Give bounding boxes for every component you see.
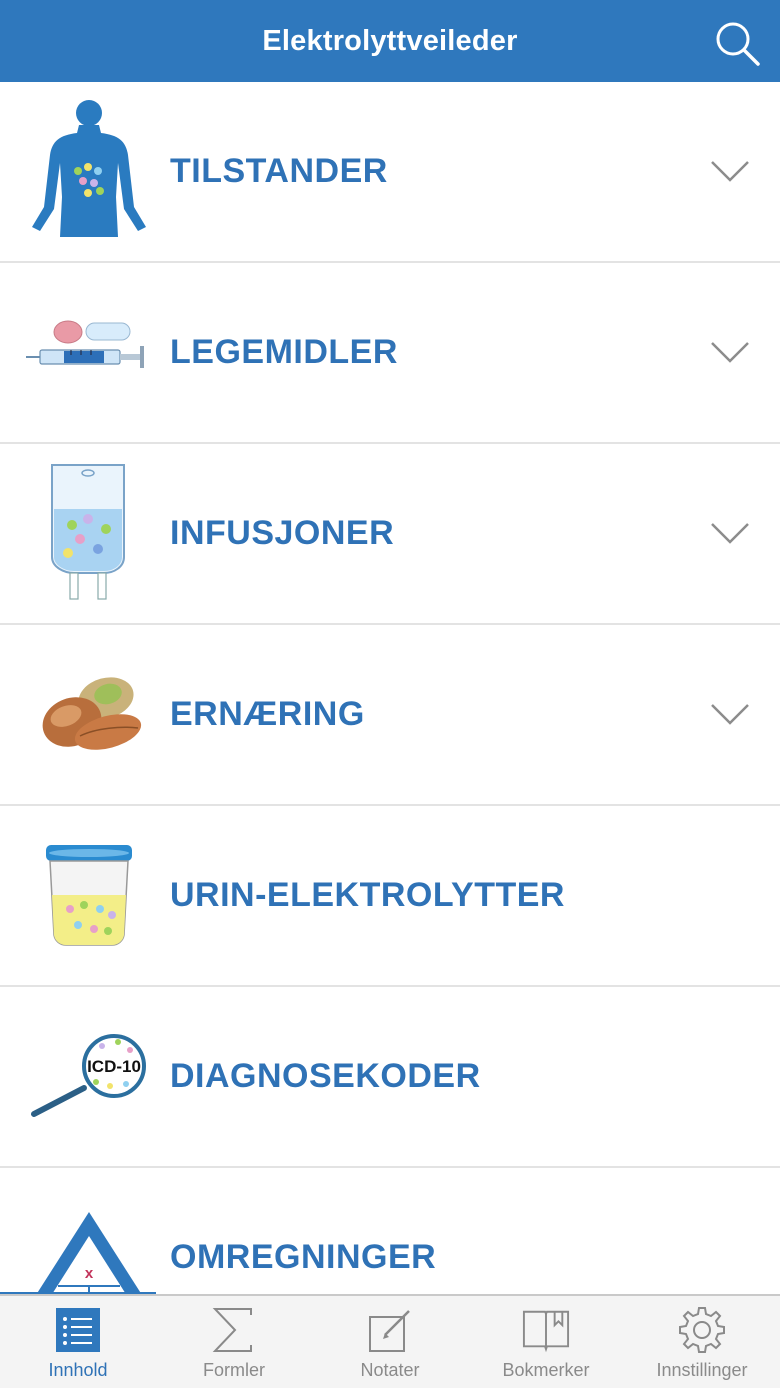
chevron-down-icon (711, 341, 749, 363)
tab-label: Innhold (48, 1360, 108, 1380)
list-item-urin-elektrolytter[interactable]: URIN-ELEKTROLYTTER (0, 806, 780, 987)
magnifier-icd-icon: ICD-10 (26, 987, 152, 1166)
list-item-diagnosekoder[interactable]: ICD-10 DIAGNOSEKODER (0, 987, 780, 1168)
gear-icon (678, 1306, 726, 1354)
list-item-legemidler[interactable]: LEGEMIDLER (0, 263, 780, 444)
tab-formler[interactable]: Formler (156, 1296, 312, 1388)
search-icon (716, 22, 760, 66)
nuts-icon (26, 625, 152, 804)
content-list: TILSTANDER LEGEMIDLER INFUSJONER ERNÆRIN… (0, 82, 780, 1294)
list-item-infusjoner[interactable]: INFUSJONER (0, 444, 780, 625)
tab-innstillinger[interactable]: Innstillinger (624, 1296, 780, 1388)
page-title: Elektrolyttveileder (262, 24, 518, 57)
human-body-icon (26, 82, 152, 261)
app-header: Elektrolyttveileder (0, 0, 780, 82)
book-bookmark-icon (522, 1306, 570, 1354)
infusion-bag-icon (26, 444, 152, 623)
formula-triangle-icon: x a b (16, 1168, 162, 1294)
tab-label: Formler (203, 1360, 265, 1380)
list-item-label: ERNÆRING (170, 695, 365, 733)
tab-innhold[interactable]: Innhold (0, 1296, 156, 1388)
list-item-label: OMREGNINGER (170, 1238, 437, 1276)
tab-bokmerker[interactable]: Bokmerker (468, 1296, 624, 1388)
list-item-ernaering[interactable]: ERNÆRING (0, 625, 780, 806)
chevron-down-icon (711, 160, 749, 182)
pills-syringe-icon (26, 263, 152, 442)
search-button[interactable] (712, 18, 762, 68)
tab-bar: Innhold Formler Notater Bokmerker Innsti… (0, 1294, 780, 1388)
list-item-omregninger[interactable]: x a b OMREGNINGER (0, 1168, 780, 1294)
tab-label: Notater (360, 1360, 420, 1380)
list-item-label: INFUSJONER (170, 514, 395, 552)
tab-label: Bokmerker (502, 1360, 590, 1380)
triangle-top-text: x (85, 1265, 94, 1282)
tab-notater[interactable]: Notater (312, 1296, 468, 1388)
tab-label: Innstillinger (656, 1360, 748, 1380)
urine-cup-icon (26, 806, 152, 985)
icd-code-text: ICD-10 (87, 1057, 141, 1076)
chevron-down-icon (711, 522, 749, 544)
list-item-label: URIN-ELEKTROLYTTER (170, 876, 565, 914)
list-icon (54, 1306, 102, 1354)
list-item-label: TILSTANDER (170, 152, 388, 190)
note-pencil-icon (366, 1306, 414, 1354)
sigma-icon (210, 1306, 258, 1354)
list-item-label: DIAGNOSEKODER (170, 1057, 481, 1095)
list-item-label: LEGEMIDLER (170, 333, 398, 371)
chevron-down-icon (711, 703, 749, 725)
list-item-tilstander[interactable]: TILSTANDER (0, 82, 780, 263)
